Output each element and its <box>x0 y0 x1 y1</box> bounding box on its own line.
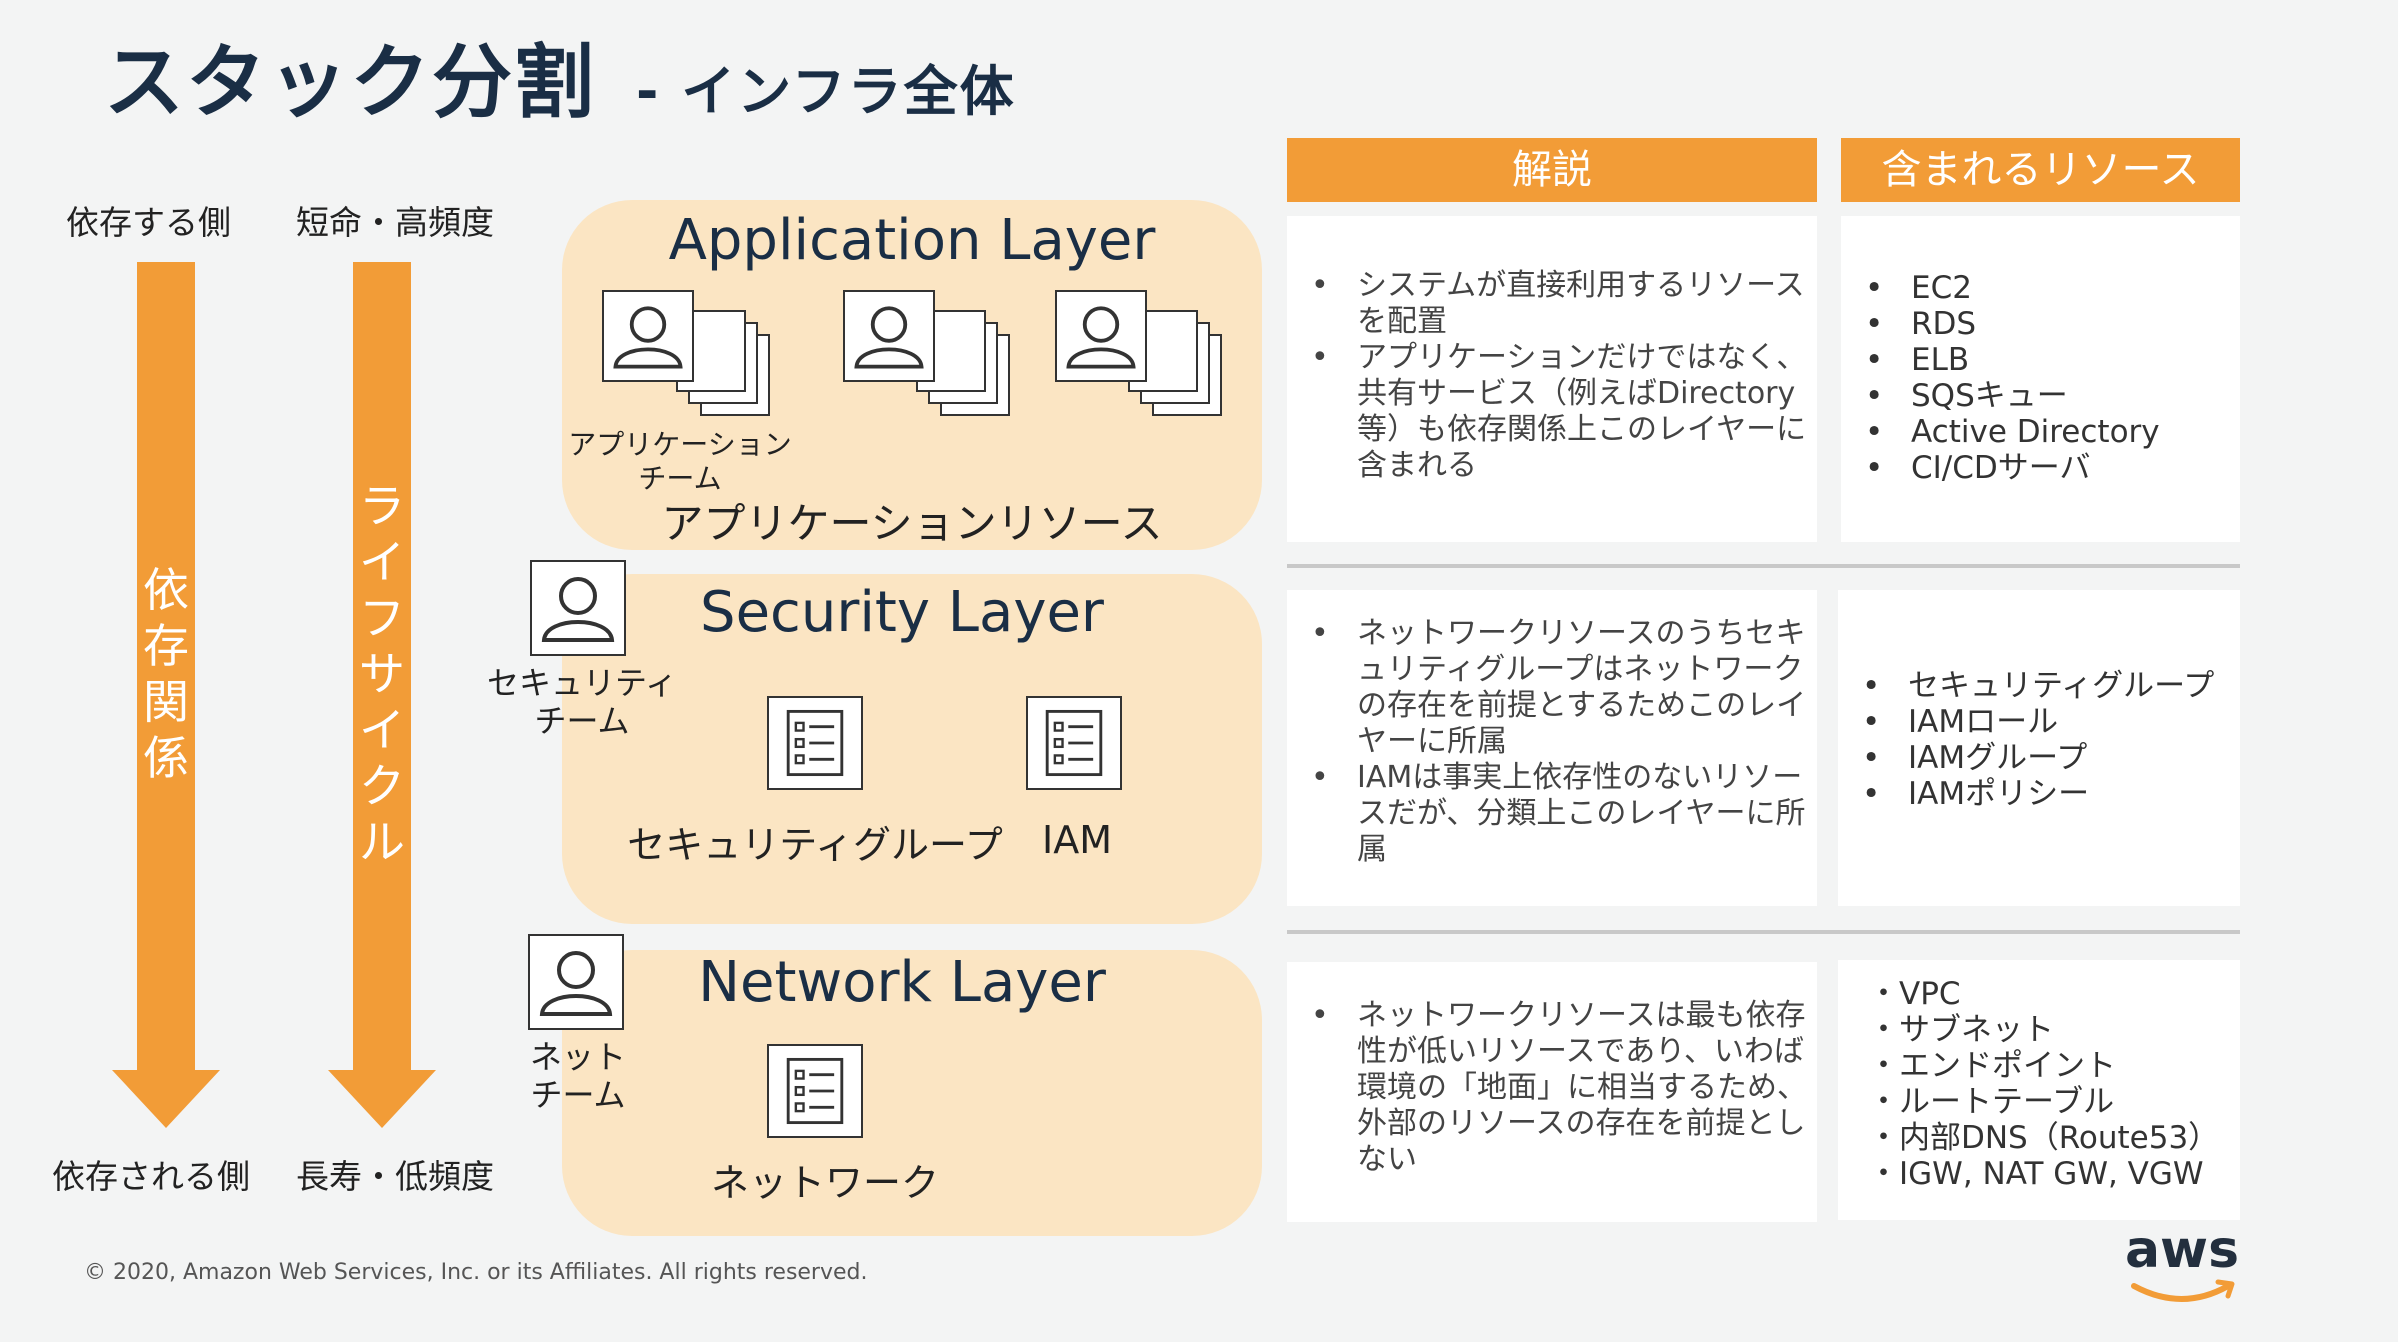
title-sub: - インフラ全体 <box>636 60 1016 123</box>
user-icon <box>528 934 624 1030</box>
security-team-label: セキュリティ チーム <box>486 664 678 740</box>
user-icon <box>843 290 935 382</box>
list-item: セキュリティグループ <box>1838 668 2240 704</box>
network-description-card: ネットワークリソースは最も依存性が低いリソースであり、いわば環境の「地面」に相当… <box>1287 962 1817 1222</box>
list-item: IAMポリシー <box>1838 776 2240 812</box>
copyright-footer: © 2020, Amazon Web Services, Inc. or its… <box>84 1260 868 1285</box>
aws-logo: aws <box>2122 1222 2242 1302</box>
list-icon <box>767 696 863 790</box>
network-resource-label: ネットワーク <box>710 1161 939 1205</box>
network-layer-title: Network Layer <box>698 950 1106 1015</box>
user-icon <box>1055 290 1147 382</box>
list-item: ネットワークリソースは最も依存性が低いリソースであり、いわば環境の「地面」に相当… <box>1287 998 1817 1178</box>
list-item: IAMグループ <box>1838 740 2240 776</box>
list-item: Active Directory <box>1841 414 2240 450</box>
application-layer-title: Application Layer <box>668 208 1156 273</box>
list-item: EC2 <box>1841 270 2240 306</box>
list-item: ・VPC <box>1868 976 1961 1012</box>
lifecycle-vertical-label: ライフサイクル <box>359 479 405 869</box>
application-description-card: システムが直接利用するリソースを配置 アプリケーションだけではなく、共有サービス… <box>1287 216 1817 542</box>
list-item: ・内部DNS（Route53） <box>1868 1120 2220 1156</box>
user-icon <box>602 290 694 382</box>
lifecycle-bottom-label: 長寿・低頻度 <box>296 1157 494 1196</box>
iam-label: IAM <box>1042 818 1112 862</box>
list-item: ・IGW, NAT GW, VGW <box>1868 1156 2204 1192</box>
network-resources-card: ・VPC ・サブネット ・エンドポイント ・ルートテーブル ・内部DNS（Rou… <box>1838 960 2240 1220</box>
list-item: CI/CDサーバ <box>1841 450 2240 486</box>
security-group-label: セキュリティグループ <box>627 823 1003 867</box>
dependency-bottom-label: 依存される側 <box>52 1157 250 1196</box>
list-icon <box>767 1044 863 1138</box>
aws-logo-text: aws <box>2124 1220 2240 1280</box>
list-item: ・ルートテーブル <box>1868 1084 2115 1120</box>
network-team-label: ネット チーム <box>529 1038 626 1114</box>
list-item: ネットワークリソースのうちセキュリティグループはネットワークの存在を前提とするた… <box>1287 616 1817 760</box>
dependency-top-label: 依存する側 <box>66 203 231 242</box>
aws-smile-icon <box>2131 1279 2235 1302</box>
resources-header: 含まれるリソース <box>1841 138 2240 202</box>
list-item: ELB <box>1841 342 2240 378</box>
title-main: スタック分割 <box>104 36 596 129</box>
list-item: システムが直接利用するリソースを配置 <box>1287 268 1817 340</box>
security-resources-card: セキュリティグループ IAMロール IAMグループ IAMポリシー <box>1838 590 2240 906</box>
application-team-label: アプリケーション チーム <box>568 428 792 495</box>
row-divider <box>1287 930 2240 934</box>
list-item: IAMは事実上依存性のないリソースだが、分類上このレイヤーに所属 <box>1287 760 1817 868</box>
list-item: SQSキュー <box>1841 378 2240 414</box>
dependency-vertical-label: 依存関係 <box>143 563 189 785</box>
dependency-arrow: 依存関係 <box>112 262 220 1128</box>
list-item: ・エンドポイント <box>1868 1048 2116 1084</box>
security-description-card: ネットワークリソースのうちセキュリティグループはネットワークの存在を前提とするた… <box>1287 590 1817 906</box>
page-title: スタック分割 - インフラ全体 <box>104 18 1016 134</box>
description-header: 解説 <box>1287 138 1817 202</box>
row-divider <box>1287 564 2240 568</box>
security-layer-title: Security Layer <box>700 580 1104 645</box>
user-icon <box>530 560 626 656</box>
list-item: IAMロール <box>1838 704 2240 740</box>
lifecycle-arrow: ライフサイクル <box>328 262 436 1128</box>
list-item: アプリケーションだけではなく、共有サービス（例えばDirectory等）も依存関… <box>1287 340 1817 484</box>
lifecycle-top-label: 短命・高頻度 <box>296 203 494 242</box>
list-item: RDS <box>1841 306 2240 342</box>
application-resources-card: EC2 RDS ELB SQSキュー Active Directory CI/C… <box>1841 216 2240 542</box>
list-icon <box>1026 696 1122 790</box>
list-item: ・サブネット <box>1868 1012 2054 1048</box>
application-resource-label: アプリケーションリソース <box>661 499 1163 548</box>
